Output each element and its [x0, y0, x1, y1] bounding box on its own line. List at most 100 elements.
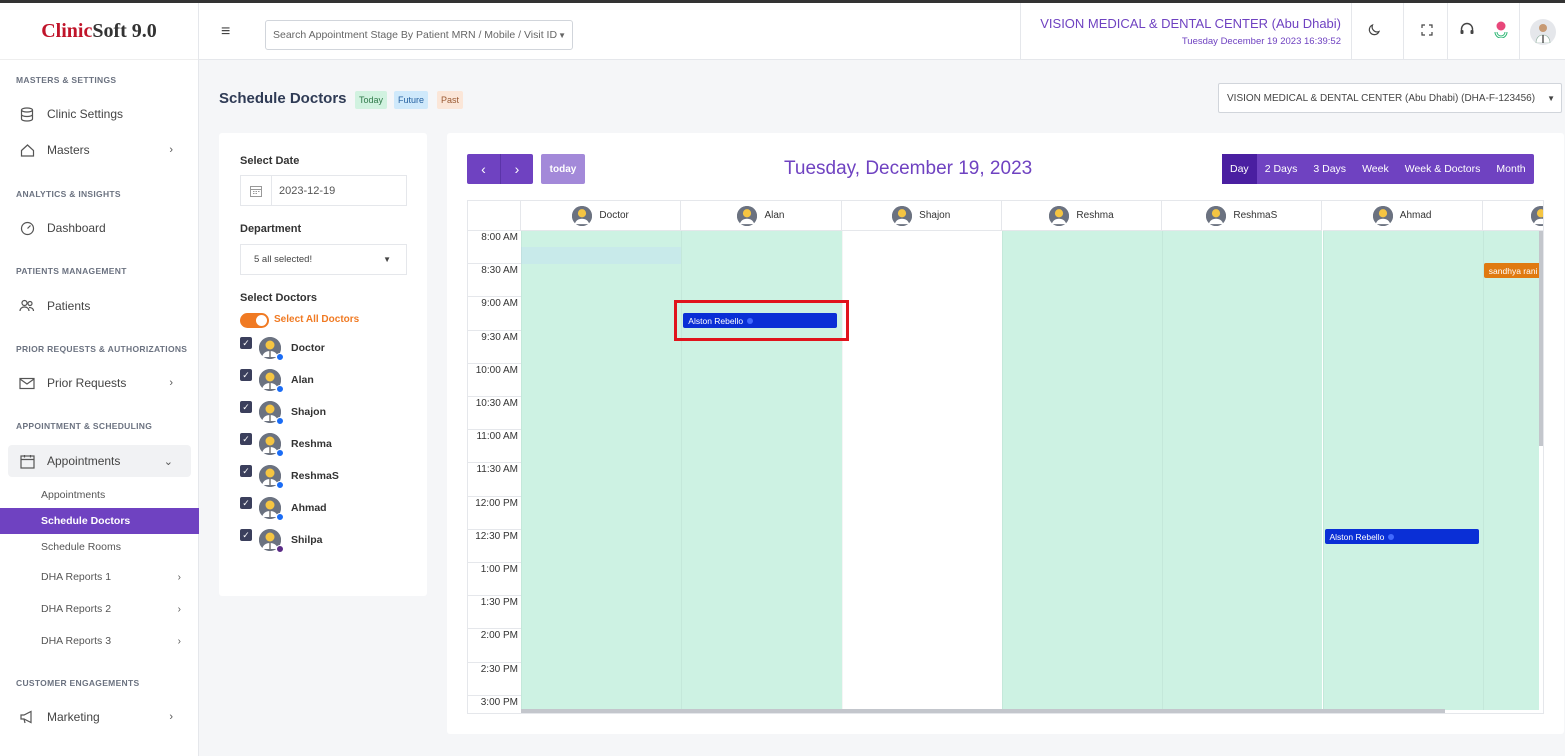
- subitem-appointments[interactable]: Appointments: [0, 482, 199, 508]
- column-header: Reshma: [1001, 201, 1163, 231]
- logo-text-a: Clinic: [41, 19, 93, 42]
- doctor-column[interactable]: [521, 231, 682, 710]
- view-month[interactable]: Month: [1488, 154, 1533, 184]
- users-icon: [18, 297, 36, 315]
- column-divider: [1001, 231, 1003, 710]
- column-header-label: ReshmaS: [1233, 210, 1278, 221]
- checkbox-checked-icon[interactable]: ✓: [240, 337, 252, 349]
- notification-button[interactable]: [1485, 3, 1517, 60]
- database-icon: [18, 105, 36, 123]
- doctor-column[interactable]: [1482, 231, 1539, 710]
- user-avatar-button[interactable]: [1519, 3, 1565, 60]
- doctor-column[interactable]: [842, 231, 1002, 710]
- view-day[interactable]: Day: [1222, 154, 1257, 184]
- chevron-right-icon: ›: [177, 635, 181, 647]
- checkbox-checked-icon[interactable]: ✓: [240, 465, 252, 477]
- sidebar-item-appointments[interactable]: Appointments ⌄: [8, 445, 191, 477]
- doctor-column[interactable]: [1001, 231, 1163, 710]
- view-week[interactable]: Week: [1354, 154, 1397, 184]
- view-2-days[interactable]: 2 Days: [1257, 154, 1306, 184]
- doctor-avatar: [259, 529, 284, 553]
- date-input[interactable]: 2023-12-19: [240, 175, 407, 206]
- subitem-dha-reports-1[interactable]: DHA Reports 1 ›: [0, 564, 199, 590]
- support-button[interactable]: [1447, 3, 1485, 60]
- sidebar-item-masters[interactable]: Masters ›: [8, 134, 191, 166]
- column-header: Shajon: [841, 201, 1002, 231]
- app-logo[interactable]: Clinic Soft 9.0: [0, 3, 198, 60]
- sidebar-item-dashboard[interactable]: Dashboard: [8, 212, 191, 244]
- time-label: 12:30 PM: [475, 530, 518, 542]
- time-divider: [468, 263, 521, 265]
- doctor-checkbox-row[interactable]: ✓ Shajon: [240, 399, 326, 425]
- subitem-schedule-doctors[interactable]: Schedule Doctors: [0, 508, 199, 534]
- checkbox-checked-icon[interactable]: ✓: [240, 497, 252, 509]
- doctor-avatar: [1049, 205, 1070, 226]
- checkbox-checked-icon[interactable]: ✓: [240, 529, 252, 541]
- sidebar-item-patients[interactable]: Patients: [8, 290, 191, 322]
- sidebar-item-marketing[interactable]: Marketing ›: [8, 701, 191, 733]
- select-all-toggle[interactable]: [240, 313, 269, 328]
- today-button[interactable]: today: [541, 154, 585, 184]
- doctor-column[interactable]: [1322, 231, 1483, 710]
- event-label: sandhya rani: [1488, 265, 1538, 276]
- sidebar-item-prior-requests[interactable]: Prior Requests ›: [8, 367, 191, 399]
- sidebar-item-label: Masters: [47, 143, 90, 157]
- time-divider: [468, 694, 521, 696]
- view-3-days[interactable]: 3 Days: [1305, 154, 1354, 184]
- chevron-left-icon: ‹: [481, 161, 486, 177]
- doctor-checkbox-row[interactable]: ✓ Reshma: [240, 431, 332, 457]
- time-label: 9:00 AM: [481, 298, 518, 310]
- department-select[interactable]: 5 all selected! ▼: [240, 244, 407, 275]
- clinic-info: VISION MEDICAL & DENTAL CENTER (Abu Dhab…: [1020, 3, 1351, 60]
- subitem-dha-reports-3[interactable]: DHA Reports 3 ›: [0, 628, 199, 654]
- view-week-doctors[interactable]: Week & Doctors: [1397, 154, 1489, 184]
- slot-highlight: [521, 247, 682, 264]
- clinic-select[interactable]: VISION MEDICAL & DENTAL CENTER (Abu Dhab…: [1218, 83, 1562, 113]
- doctor-checkbox-row[interactable]: ✓ Doctor: [240, 335, 325, 361]
- subitem-schedule-rooms[interactable]: Schedule Rooms: [0, 534, 199, 560]
- sidebar-item-label: Appointments: [47, 454, 121, 468]
- doctor-avatar: [259, 369, 284, 393]
- doctor-checkbox-row[interactable]: ✓ Shilpa: [240, 527, 323, 553]
- department-label: Department: [240, 223, 302, 235]
- doctor-avatar: [1206, 205, 1227, 226]
- doctor-checkbox-row[interactable]: ✓ Ahmad: [240, 495, 327, 521]
- section-customer: CUSTOMER ENGAGEMENTS: [16, 678, 140, 688]
- clinic-select-value: VISION MEDICAL & DENTAL CENTER (Abu Dhab…: [1227, 92, 1536, 104]
- calendar-title: Tuesday, December 19, 2023: [784, 158, 1033, 179]
- checkbox-checked-icon[interactable]: ✓: [240, 433, 252, 445]
- doctor-checkbox-row[interactable]: ✓ ReshmaS: [240, 463, 339, 489]
- next-button[interactable]: ›: [500, 154, 533, 184]
- sidebar-item-label: Marketing: [47, 710, 100, 724]
- search-select[interactable]: Search Appointment Stage By Patient MRN …: [265, 20, 573, 50]
- appointment-event[interactable]: Alston Rebello: [1324, 529, 1479, 544]
- select-all-label[interactable]: Select All Doctors: [274, 314, 359, 325]
- checkbox-checked-icon[interactable]: ✓: [240, 401, 252, 413]
- view-switcher: Day 2 Days 3 Days Week Week & Doctors Mo…: [1222, 154, 1534, 184]
- column-divider: [1322, 231, 1324, 710]
- time-divider: [468, 595, 521, 597]
- dark-mode-button[interactable]: [1351, 3, 1397, 60]
- clinic-name: VISION MEDICAL & DENTAL CENTER (Abu Dhab…: [1040, 16, 1341, 31]
- horizontal-scrollbar[interactable]: [521, 709, 1445, 713]
- column-divider: [1482, 231, 1484, 710]
- checkbox-checked-icon[interactable]: ✓: [240, 369, 252, 381]
- column-header: Ahmad: [1322, 201, 1483, 231]
- doctor-name: Reshma: [291, 438, 332, 450]
- sidebar-item-clinic-settings[interactable]: Clinic Settings: [8, 98, 191, 130]
- appointment-event[interactable]: sandhya rani: [1483, 263, 1543, 278]
- column-header: Doctor: [521, 201, 682, 231]
- doctor-checkbox-row[interactable]: ✓ Alan: [240, 367, 314, 393]
- column-header-label: Alan: [764, 210, 785, 221]
- column-header: Alan: [681, 201, 842, 231]
- time-divider: [468, 661, 521, 663]
- prev-button[interactable]: ‹: [467, 154, 500, 184]
- subitem-dha-reports-2[interactable]: DHA Reports 2 ›: [0, 596, 199, 622]
- tag-future: Future: [394, 91, 429, 109]
- menu-icon[interactable]: ≡: [221, 23, 235, 41]
- filter-panel: Select Date 2023-12-19 Department 5 all …: [219, 133, 427, 596]
- home-gear-icon: [18, 141, 36, 159]
- fullscreen-button[interactable]: [1403, 3, 1449, 60]
- vertical-scrollbar[interactable]: [1539, 231, 1543, 446]
- doctor-column[interactable]: [1162, 231, 1323, 710]
